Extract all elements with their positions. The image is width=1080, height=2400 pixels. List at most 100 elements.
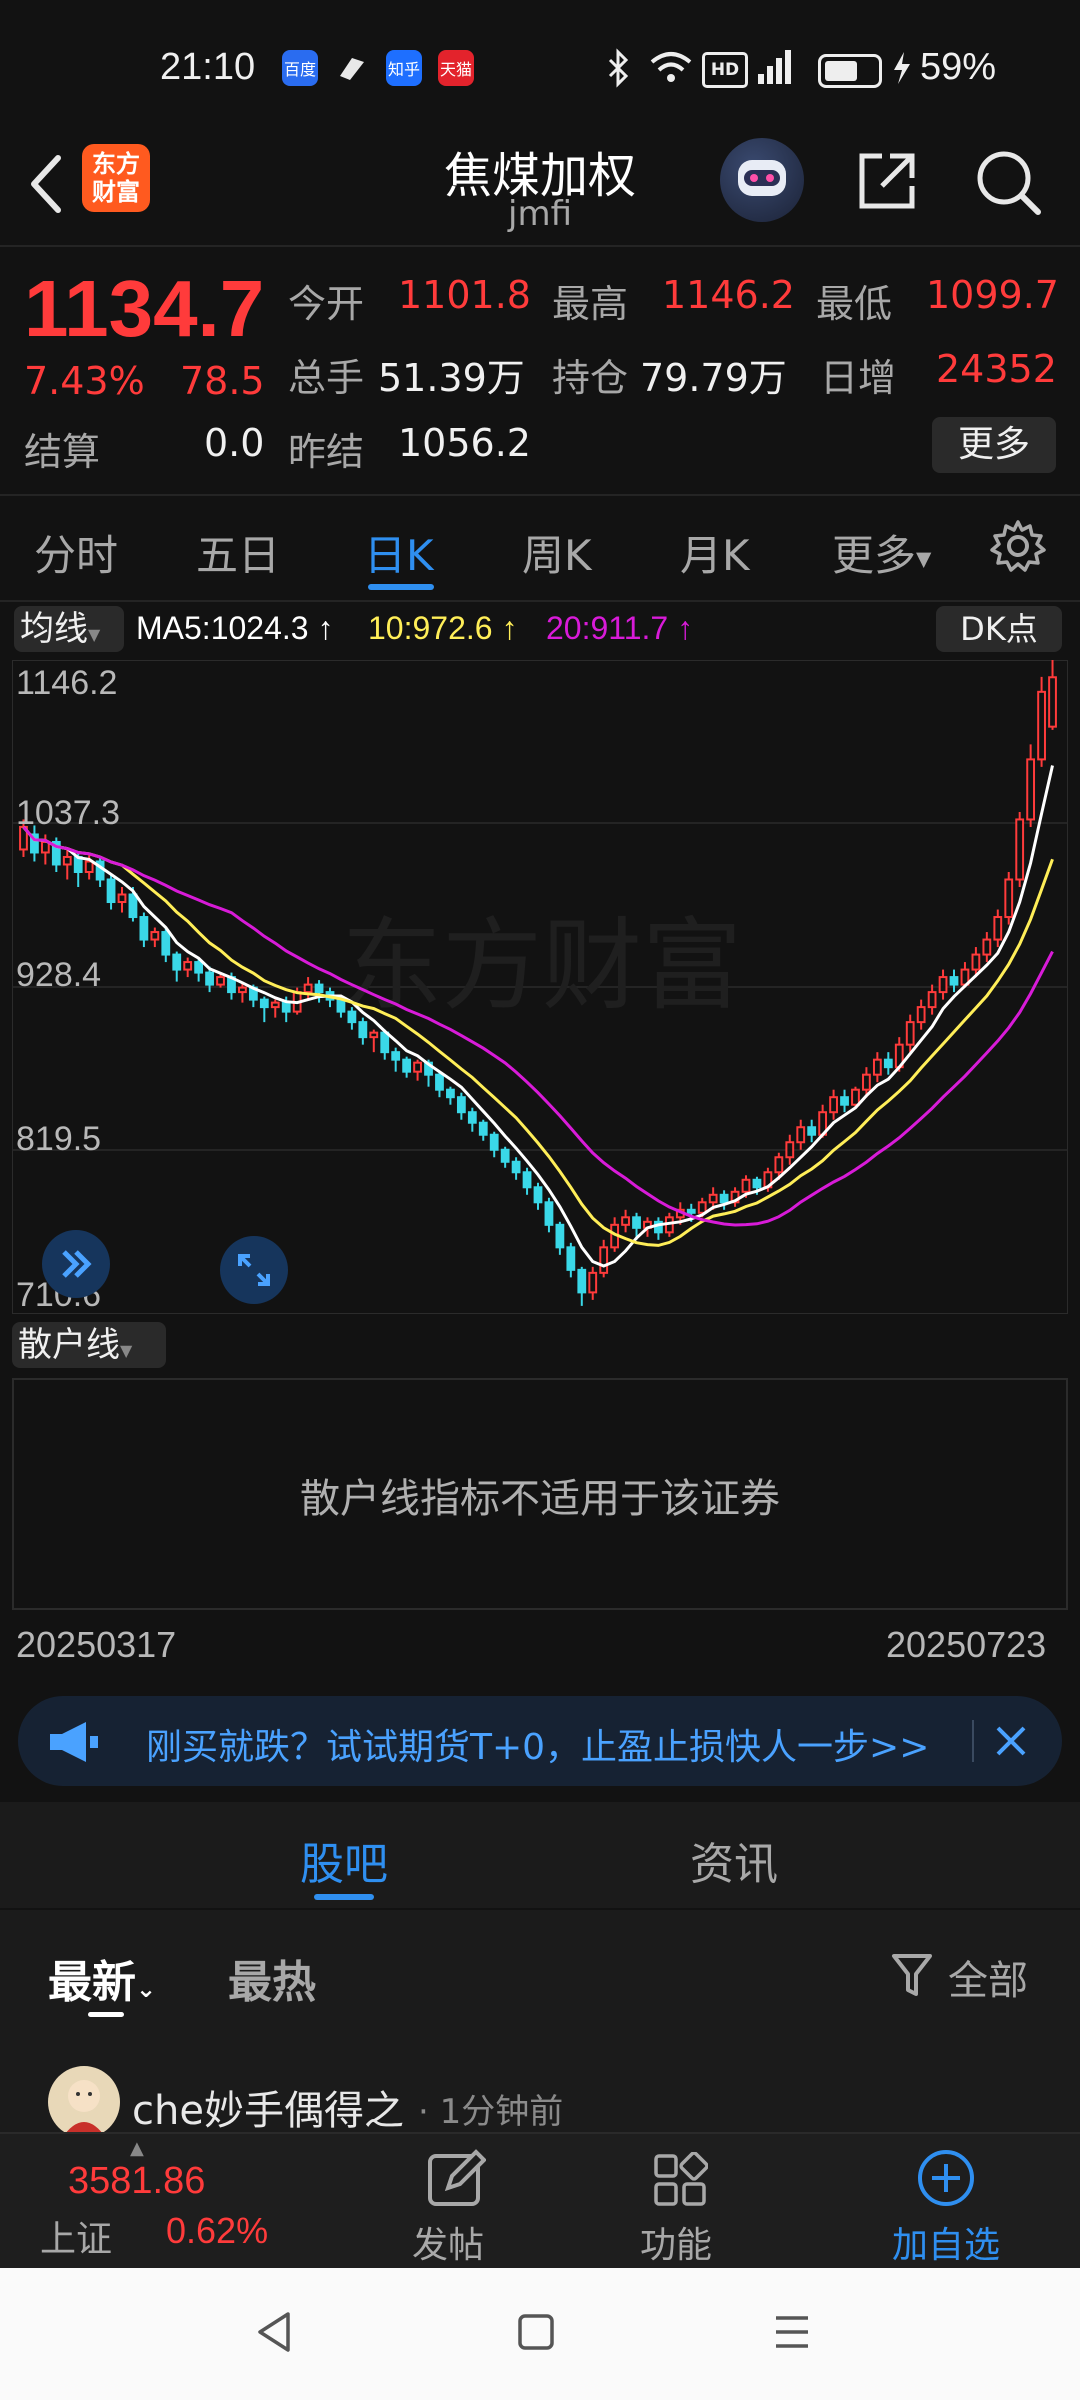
wifi-icon: [648, 50, 694, 90]
candle-up: [971, 953, 981, 971]
period-tabs: 分时 五日 日K 周K 月K 更多▼: [0, 494, 1080, 602]
tab-more[interactable]: 更多▼: [832, 522, 931, 583]
ma10-line: [22, 826, 1054, 1247]
promo-banner[interactable]: 刚买就跌？试试期货T+0，止盈止损快人一步>>: [18, 1696, 1062, 1786]
candle-up: [905, 1021, 915, 1046]
back-button[interactable]: [22, 146, 72, 222]
candle-up: [993, 916, 1003, 941]
y-tick-2: 1037.3: [16, 794, 120, 832]
y-tick-1: 1146.2: [16, 664, 118, 702]
tmall-app-icon: 天猫: [438, 50, 474, 86]
candle-up: [1026, 758, 1036, 821]
product-code: jmfi: [508, 194, 572, 234]
tab-five-day[interactable]: 五日: [196, 522, 280, 583]
candle-up: [1037, 690, 1046, 761]
filter-latest[interactable]: 最新⌄: [48, 1946, 156, 2010]
tab-monthly-k[interactable]: 月K: [680, 522, 750, 583]
share-icon[interactable]: [852, 146, 922, 216]
signal-icon: [756, 46, 796, 92]
filter-funnel-icon[interactable]: [890, 1950, 934, 2004]
candle-down: [336, 998, 346, 1013]
prev-settle-label: 昨结: [288, 430, 365, 474]
nav-add-watchlist[interactable]: 加自选: [884, 2142, 1064, 2266]
battery-icon: [818, 54, 882, 88]
candle-up: [741, 1178, 751, 1193]
index-value[interactable]: 3581.86: [68, 2160, 205, 2203]
candle-down: [314, 983, 324, 994]
megaphone-icon: [46, 1718, 102, 1770]
ma-indicator-row: 均线▼ MA5:1024.3 ↑ 10:972.6 ↑ 20:911.7 ↑ D…: [0, 600, 1080, 656]
candle-down: [435, 1073, 444, 1091]
volume-value: 51.39万: [378, 356, 525, 400]
kline-chart-canvas: 东方财富: [12, 660, 1068, 1314]
close-banner-icon[interactable]: [986, 1716, 1036, 1766]
high-label: 最高: [552, 282, 629, 326]
candle-up: [851, 1088, 860, 1106]
candle-up: [916, 1006, 926, 1024]
ma5-value: MA5:1024.3 ↑: [136, 610, 333, 647]
caret-up-icon: ▲: [130, 2138, 144, 2159]
tab-weekly-k[interactable]: 周K: [522, 522, 592, 583]
battery-level: 59%: [920, 46, 997, 88]
candle-down: [128, 893, 138, 919]
filter-hottest[interactable]: 最热: [228, 1946, 316, 2010]
candle-down: [632, 1216, 641, 1229]
nav-functions[interactable]: 功能: [634, 2142, 794, 2266]
candle-down: [205, 971, 214, 986]
expand-sidebar-icon[interactable]: [42, 1230, 110, 1298]
candle-up: [270, 1001, 280, 1009]
candle-down: [807, 1126, 817, 1136]
back-triangle-icon[interactable]: [254, 2310, 294, 2358]
kline-chart[interactable]: 东方财富 1146.2 1037.3 928.4 819.5 710.6: [12, 660, 1068, 1314]
candle-down: [500, 1148, 510, 1163]
candle-up: [982, 938, 992, 956]
tab-guba[interactable]: 股吧: [300, 1828, 388, 1892]
zhihu-app-icon: 知乎: [386, 50, 422, 86]
nav-post[interactable]: 发帖: [374, 2142, 534, 2266]
banner-divider: [972, 1720, 974, 1762]
search-icon[interactable]: [972, 146, 1044, 218]
tab-daily-k[interactable]: 日K: [364, 522, 434, 583]
avatar[interactable]: [48, 2066, 120, 2138]
ma20-value: 20:911.7 ↑: [546, 610, 693, 647]
nav-add-watchlist-label: 加自选: [892, 2225, 1001, 2266]
chevron-down-icon: ⌄: [136, 1975, 157, 2003]
nav-functions-label: 功能: [640, 2225, 713, 2266]
baidu-app-icon: 百度: [282, 50, 318, 86]
candle-down: [467, 1111, 477, 1124]
feishu-app-icon: [334, 50, 370, 86]
post-time: · 1分钟前: [418, 2092, 564, 2132]
dk-point-button[interactable]: DK点: [936, 606, 1062, 652]
edit-icon: [426, 2148, 487, 2212]
assistant-robot-icon[interactable]: [720, 138, 804, 222]
hd-icon: HD: [702, 52, 748, 88]
eastmoney-logo[interactable]: 东方财富: [82, 144, 150, 212]
candle-down: [281, 1001, 291, 1013]
settings-gear-icon[interactable]: [990, 518, 1046, 574]
ma-selector-label: 均线: [20, 609, 88, 649]
ma5-label: MA5:1024.3: [136, 610, 309, 646]
more-quote-button[interactable]: 更多: [932, 417, 1056, 473]
ma20-label: 20:911.7: [546, 610, 669, 646]
candle-up: [40, 840, 50, 854]
retail-line-selector[interactable]: 散户线▼: [12, 1322, 166, 1368]
menu-lines-icon[interactable]: [772, 2312, 812, 2356]
tab-timeshare[interactable]: 分时: [34, 522, 118, 583]
fullscreen-icon[interactable]: [220, 1236, 288, 1304]
home-square-icon[interactable]: [516, 2312, 556, 2356]
candle-down: [446, 1088, 455, 1099]
header: 东方财富 焦煤加权 jmfi: [0, 130, 1080, 247]
candle-down: [380, 1031, 390, 1054]
ma20-line: [22, 826, 1054, 1227]
candle-down: [840, 1096, 849, 1106]
filter-all[interactable]: 全部: [948, 1948, 1028, 2006]
retail-line-label: 散户线: [18, 1325, 120, 1365]
tab-news[interactable]: 资讯: [690, 1828, 778, 1892]
post-author[interactable]: che妙手偶得之: [132, 2078, 404, 2136]
low-value: 1099.7: [926, 273, 1059, 317]
candle-up: [796, 1126, 806, 1144]
candle-up: [84, 860, 94, 873]
index-change: 0.62%: [166, 2210, 269, 2251]
ma-selector[interactable]: 均线▼: [14, 606, 124, 652]
candle-up: [599, 1246, 609, 1274]
